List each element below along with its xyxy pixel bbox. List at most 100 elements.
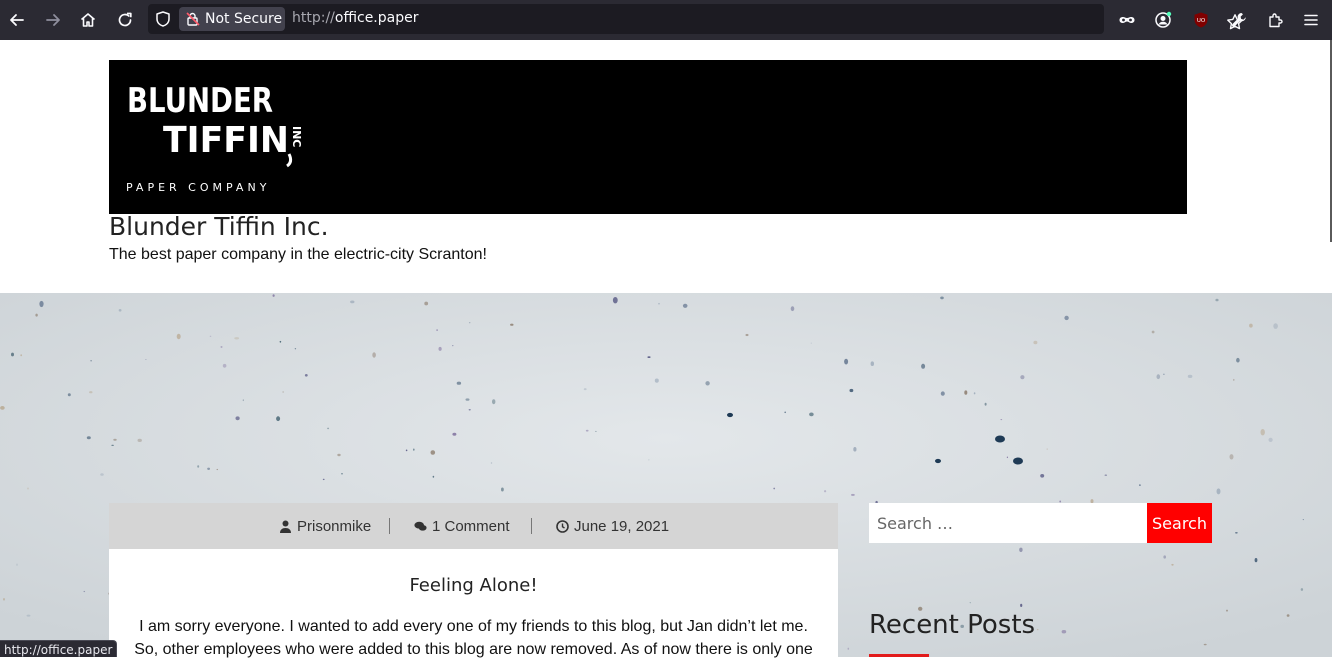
paper-speck [1033,340,1038,345]
logo-graphic: BLUNDER TIFFIN INC PAPER COMPANY [126,81,303,194]
paper-speck [1139,484,1141,486]
paper-speck [847,647,850,650]
search-input[interactable] [869,503,1147,543]
paper-speck [490,462,493,464]
reload-icon [118,12,132,27]
paper-speck [1233,378,1235,381]
paper-speck [413,448,415,451]
paper-speck [100,473,104,476]
paper-speck [1187,374,1193,378]
paper-speck [1249,323,1253,328]
paper-speck [1020,603,1023,607]
forward-arrow-icon [46,14,60,26]
paper-speck [964,390,968,395]
tools-button[interactable] [1225,6,1253,34]
url-host: office.paper [334,10,419,26]
paper-speck [86,436,91,440]
paper-speck [432,475,435,478]
paper-speck [145,359,147,360]
paper-speck [327,427,330,430]
paper-speck [35,313,38,317]
paper-speck [337,453,341,457]
svg-text:INC: INC [290,126,303,147]
paper-speck [773,487,776,490]
private-browsing-button[interactable] [1113,6,1141,34]
paper-speck [870,361,874,366]
paper-speck [648,459,650,461]
paper-speck [921,363,926,369]
paper-speck [468,322,471,324]
post-comments-link[interactable]: 1 Comment [414,517,510,535]
ublock-button[interactable]: UO [1187,6,1215,34]
paper-speck [341,473,343,475]
paper-speck [1215,298,1219,302]
paper-speck [492,399,496,405]
account-icon [1155,11,1172,28]
paper-speck [853,447,857,452]
paper-speck [197,465,200,468]
site-description: The best paper company in the electric-c… [109,246,487,263]
paper-speck [969,602,972,604]
search-button[interactable]: Search [1147,503,1212,543]
reload-button[interactable] [111,6,139,34]
paper-speck [705,381,710,386]
paper-speck [118,309,122,312]
paper-speck [234,337,240,340]
paper-speck [745,333,749,337]
address-bar[interactable]: Not Secure http://office.paper [148,4,1243,34]
paper-speck [456,381,462,385]
post-author[interactable]: Prisonmike [279,517,371,535]
forward-button[interactable] [39,6,67,34]
ublock-icon: UO [1194,12,1208,28]
back-button[interactable] [3,6,31,34]
url-text[interactable]: http://office.paper [292,10,418,26]
company-logo[interactable]: BLUNDER TIFFIN INC PAPER COMPANY [125,76,305,200]
recent-posts-heading: Recent Posts [869,610,1036,640]
post-card: Feeling Alone! I am sorry everyone. I wa… [109,549,838,658]
paper-speck [279,340,282,343]
paper-speck [1020,375,1025,380]
paper-speck [304,374,308,377]
paper-speck [510,323,514,326]
paper-speck [0,406,5,410]
post-title[interactable]: Feeling Alone! [109,575,838,596]
header-banner: BLUNDER TIFFIN INC PAPER COMPANY [109,60,1187,214]
hamburger-menu-icon [1304,14,1318,26]
paper-speck [1104,474,1108,476]
paper-speck [216,468,219,471]
paper-speck [452,432,457,436]
site-security-button[interactable]: Not Secure [179,7,285,31]
post-date-text: June 19, 2021 [574,517,670,535]
extensions-icon [1269,13,1283,28]
paper-speck [405,449,408,452]
account-button[interactable] [1149,6,1177,34]
paper-speck [90,360,92,362]
paper-speck [844,358,849,365]
svg-text:BLUNDER: BLUNDER [127,81,273,121]
paper-speck [1163,555,1166,559]
svg-text:PAPER COMPANY: PAPER COMPANY [126,181,270,194]
paper-speck [1226,609,1228,612]
home-icon [80,13,96,27]
paper-speck [276,416,281,422]
extensions-button[interactable] [1261,6,1289,34]
paper-speck [137,438,142,442]
paper-speck [207,467,211,470]
home-button[interactable] [74,6,102,34]
app-menu-button[interactable] [1297,6,1325,34]
link-status-preview: http://office.paper [0,640,117,657]
post-date[interactable]: June 19, 2021 [556,517,669,535]
paper-speck [654,378,659,383]
site-title[interactable]: Blunder Tiffin Inc. [109,212,329,241]
paper-speck [790,306,795,312]
tracking-shield-icon[interactable] [154,10,172,28]
paper-speck [995,435,1005,443]
paper-speck [89,391,93,394]
paper-speck [984,402,987,406]
paper-speck [272,294,275,297]
paper-speck [438,346,442,351]
paper-speck [1019,547,1023,552]
paper-speck [809,412,814,417]
paper-speck [583,388,587,391]
paper-speck [824,490,827,493]
